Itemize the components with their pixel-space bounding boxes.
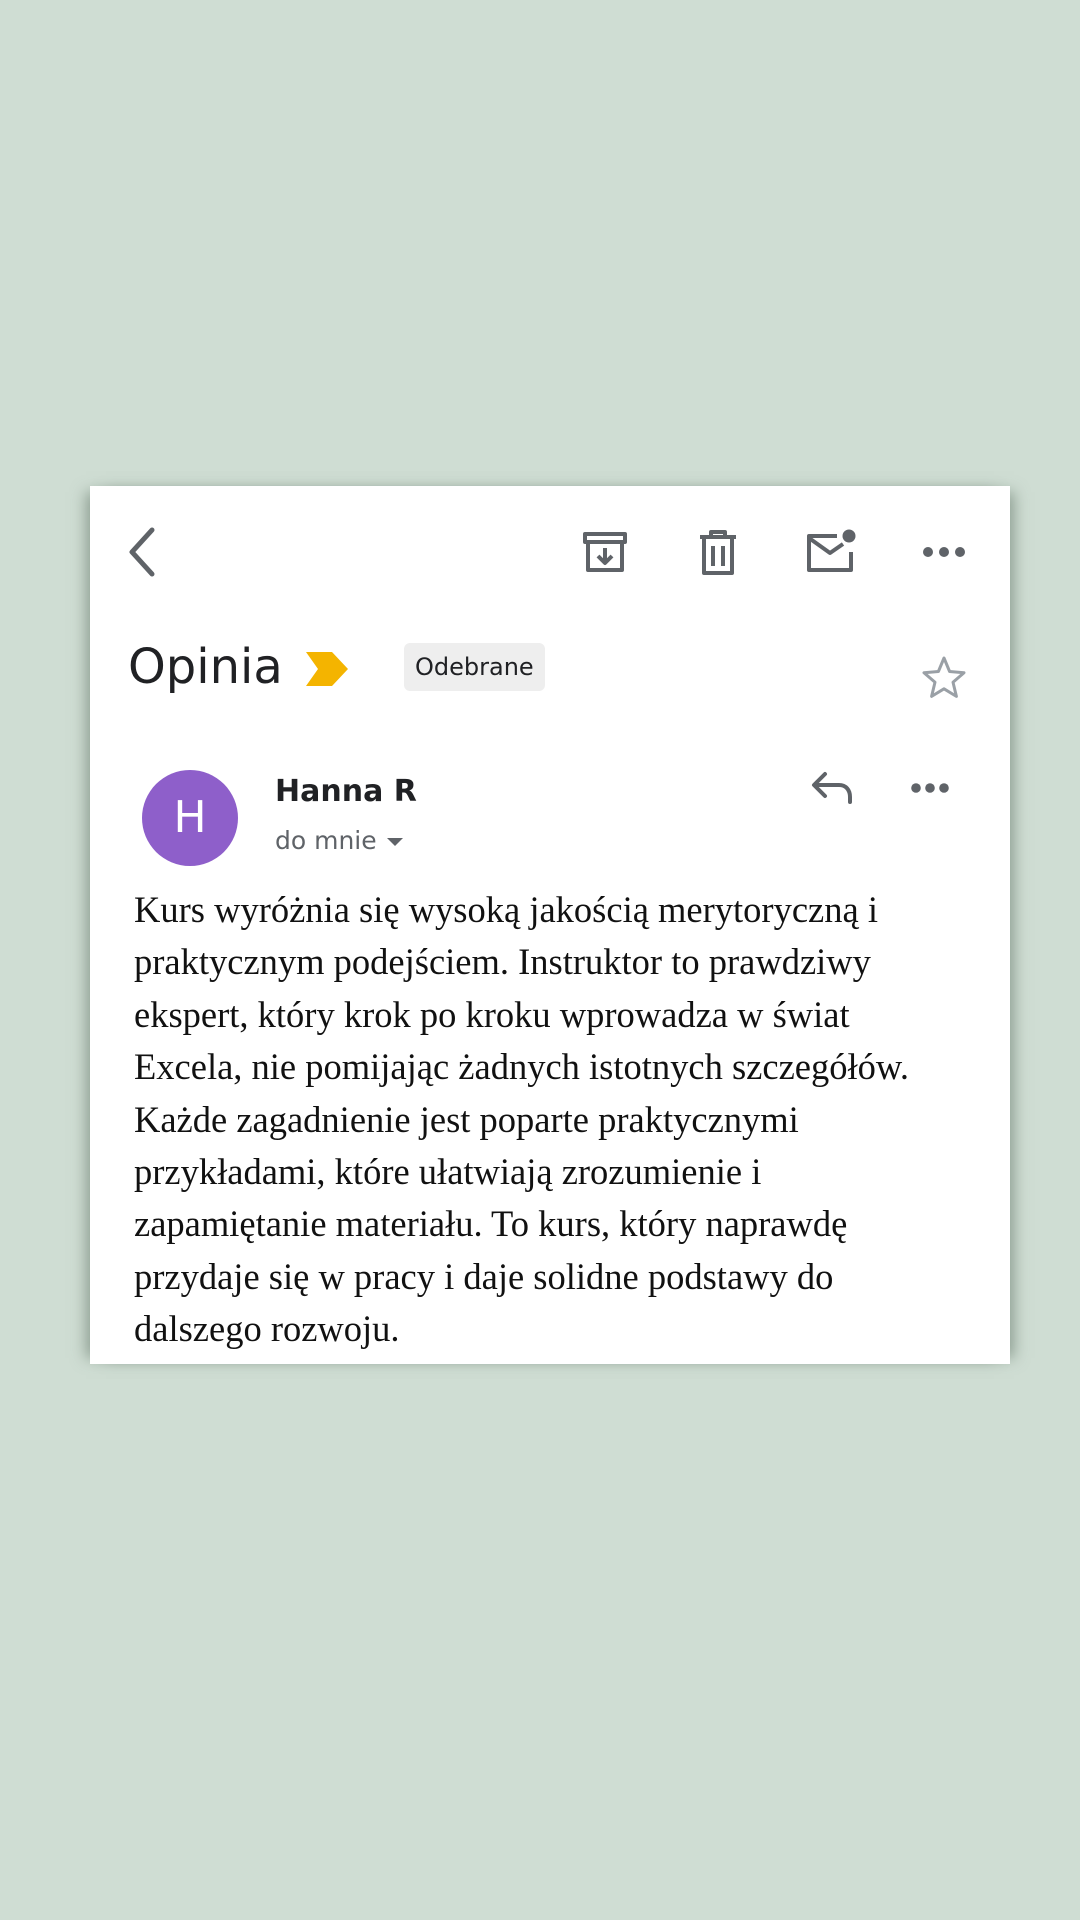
label-chip-inbox[interactable]: Odebrane	[404, 643, 545, 691]
back-button[interactable]	[110, 520, 174, 584]
body-line: przydaje się w pracy i daje solidne pods…	[134, 1255, 834, 1297]
body-line: przykładami, które ułatwiają zrozumienie…	[134, 1151, 762, 1193]
more-horizontal-icon	[923, 547, 965, 557]
email-body: Kurs wyróżnia się wysoką jakością meryto…	[134, 884, 986, 1356]
body-line: ekspert, który krok po kroku wprowadza w…	[134, 993, 850, 1035]
archive-button[interactable]	[573, 520, 637, 584]
message-more-button[interactable]	[898, 756, 962, 820]
recipient-details-toggle[interactable]: do mnie	[275, 826, 403, 855]
chevron-left-icon	[129, 527, 155, 577]
sender-avatar[interactable]: H	[142, 770, 238, 866]
star-button[interactable]	[912, 646, 976, 710]
body-line: dalszego rozwoju.	[134, 1308, 400, 1350]
reply-icon	[812, 772, 852, 804]
body-line: Każde zagadnienie jest poparte praktyczn…	[134, 1098, 799, 1140]
reply-button[interactable]	[800, 756, 864, 820]
caret-down-icon	[386, 838, 403, 846]
importance-marker-icon[interactable]	[306, 652, 348, 686]
archive-icon	[583, 532, 627, 572]
more-horizontal-icon	[911, 783, 949, 793]
more-options-button[interactable]	[912, 520, 976, 584]
body-line: praktycznym podejściem. Instruktor to pr…	[134, 941, 871, 983]
body-line: zapamiętanie materiału. To kurs, który n…	[134, 1203, 848, 1245]
mark-unread-button[interactable]	[799, 520, 863, 584]
mail-unread-icon	[807, 529, 856, 572]
email-card: Opinia Odebrane H Hanna R do mnie Kurs w…	[90, 486, 1010, 1364]
delete-button[interactable]	[686, 520, 750, 584]
email-subject: Opinia	[128, 639, 283, 695]
recipient-label: do mnie	[275, 826, 377, 855]
star-outline-icon	[922, 656, 966, 698]
body-line: Excela, nie pomijając żadnych istotnych …	[134, 1046, 909, 1088]
trash-icon	[700, 530, 736, 575]
body-line: Kurs wyróżnia się wysoką jakością meryto…	[134, 889, 878, 930]
sender-name[interactable]: Hanna R	[275, 774, 417, 809]
top-toolbar	[90, 486, 1010, 616]
